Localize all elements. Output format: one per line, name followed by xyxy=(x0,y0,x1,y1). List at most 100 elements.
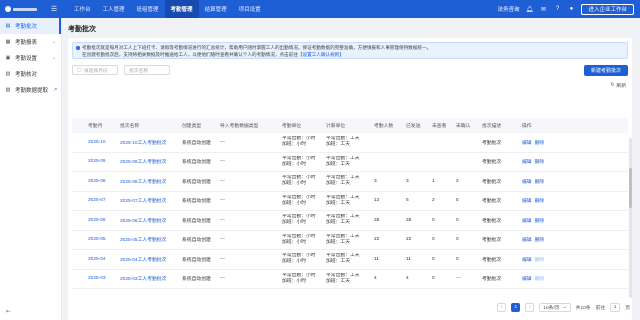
delete-button[interactable]: 删除 xyxy=(535,199,545,204)
cell-sent: 4 xyxy=(406,276,409,282)
cell-month[interactable]: 2025-04 xyxy=(72,257,112,262)
scrollbar-thumb[interactable] xyxy=(629,168,632,208)
edit-button[interactable]: 编辑 xyxy=(522,219,532,224)
new-batch-button[interactable]: 新建考勤批次 xyxy=(584,65,628,76)
nav-tab-workbench[interactable]: 工作台 xyxy=(68,0,97,18)
nav-tab-project-settings[interactable]: 项目设置 xyxy=(233,0,267,18)
logo-wordmark xyxy=(13,7,37,11)
cell-att-unit: 平常出勤：小时 加班：小时 xyxy=(282,253,316,265)
nav-tab-attendance[interactable]: 考勤管理 xyxy=(164,0,199,18)
user-avatar-icon[interactable]: ● xyxy=(567,5,575,13)
cell-desc: 考勤批次 xyxy=(482,257,502,263)
cell-actions: 编辑 删除 xyxy=(518,197,558,204)
cell-unconfirmed: --- xyxy=(456,276,461,282)
cell-month[interactable]: 2025-08 xyxy=(72,179,112,184)
cell-batch-name[interactable]: 2025-06工人考勤批次 xyxy=(112,217,174,224)
collapse-sidebar-icon[interactable]: ⇤ xyxy=(6,308,11,315)
cell-att-unit: 平常出勤：小时 加班：小时 xyxy=(282,214,316,226)
sidebar-item-attendance-report[interactable]: ▦ 考勤报表 ⌄ xyxy=(0,34,61,50)
page-1-button[interactable]: 1 xyxy=(511,303,521,312)
edit-button[interactable]: 编辑 xyxy=(522,160,532,165)
delete-button[interactable]: 删除 xyxy=(535,160,545,165)
edit-button[interactable]: 编辑 xyxy=(522,180,532,185)
edit-button[interactable]: 编辑 xyxy=(522,141,532,146)
col-header-unconfirmed: 未确认 xyxy=(456,124,471,129)
legal-consult-link[interactable]: 法务咨询 xyxy=(497,5,519,13)
cell-actions: 编辑 删除 xyxy=(518,178,558,185)
app-logo[interactable] xyxy=(0,0,44,18)
cell-month[interactable]: 2025-05 xyxy=(72,237,112,242)
month-filter-select[interactable]: ▢ 请选择月份 xyxy=(72,65,118,75)
cell-pay-unit: 平常出勤：工天 加班：工天 xyxy=(326,233,360,245)
sidebar-item-attendance-settings[interactable]: ▣ 考勤设置 ⌄ xyxy=(0,50,61,66)
refresh-button[interactable]: ↻ 刷新 xyxy=(610,82,626,89)
nav-tab-settlement[interactable]: 结算管理 xyxy=(199,0,233,18)
col-header-att-unit: 考勤单位 xyxy=(282,124,302,129)
edit-button[interactable]: 编辑 xyxy=(522,199,532,204)
cell-month[interactable]: 2025-03 xyxy=(72,276,112,281)
delete-button[interactable]: 删除 xyxy=(535,258,545,263)
cell-month[interactable]: 2025-10 xyxy=(72,140,112,145)
cell-month[interactable]: 2025-09 xyxy=(72,159,112,164)
menu-toggle-icon[interactable]: ☰ xyxy=(44,0,64,18)
help-icon[interactable]: ? xyxy=(553,5,561,13)
cell-desc: 考勤批次 xyxy=(482,140,502,146)
cell-desc: 考勤批次 xyxy=(482,160,502,166)
batch-name-input[interactable]: 批次名称 xyxy=(124,65,170,75)
nav-tab-teams[interactable]: 班组管理 xyxy=(131,0,165,18)
cell-batch-name[interactable]: 2025-05工人考勤批次 xyxy=(112,236,174,243)
goto-page-input[interactable]: 1 xyxy=(610,303,621,312)
message-icon[interactable]: ✉ xyxy=(539,5,547,13)
cell-month[interactable]: 2025-06 xyxy=(72,218,112,223)
sidebar-item-attendance-batch[interactable]: ▤ 考勤批次 xyxy=(0,18,61,34)
delete-button[interactable]: 删除 xyxy=(535,238,545,243)
delete-button[interactable]: 删除 xyxy=(535,141,545,146)
next-page-button[interactable]: › xyxy=(525,303,535,312)
cell-batch-name[interactable]: 2025-04工人考勤批次 xyxy=(112,256,174,263)
sidebar-item-data-extract[interactable]: ▧ 考勤数据提取 ↗ xyxy=(0,82,61,98)
cell-import-type: --- xyxy=(220,217,225,223)
delete-button[interactable]: 删除 xyxy=(535,219,545,224)
cell-batch-name[interactable]: 2025-07工人考勤批次 xyxy=(112,197,174,204)
cell-count: 22 xyxy=(374,237,380,243)
enter-enterprise-button[interactable]: 进入企业工作台 xyxy=(581,3,634,15)
cell-import-type: --- xyxy=(220,237,225,243)
worker-confirm-rule-link[interactable]: 【设置工人确认规则】 xyxy=(298,52,344,57)
page-size-select[interactable]: 10条/页 ⌄ xyxy=(539,303,571,312)
sidebar-item-label: 考勤数据提取 xyxy=(15,88,49,94)
edit-button[interactable]: 编辑 xyxy=(522,238,532,243)
external-link-icon: ↗ xyxy=(53,87,58,93)
edit-button[interactable]: 编辑 xyxy=(522,277,532,282)
cell-pay-unit: 平常出勤：工天 加班：工天 xyxy=(326,175,360,187)
cell-count: 3 xyxy=(374,178,377,184)
page-unit-label: 页 xyxy=(625,306,630,311)
sidebar-item-label: 考勤批次 xyxy=(15,24,38,30)
cell-import-type: --- xyxy=(220,276,225,282)
chevron-down-icon: ⌄ xyxy=(562,305,567,310)
table-row: 2025-03 2025-03工人考勤批次 系统自动创建 --- 平常出勤：小时 加班：小… xyxy=(72,270,628,289)
table-scrollbar[interactable] xyxy=(629,138,632,298)
prev-page-button[interactable]: ‹ xyxy=(497,303,507,312)
cell-month[interactable]: 2025-07 xyxy=(72,198,112,203)
cell-batch-name[interactable]: 2025-09工人考勤批次 xyxy=(112,158,174,165)
col-header-pay-unit: 计薪单位 xyxy=(326,124,346,129)
cell-batch-name[interactable]: 2025-03工人考勤批次 xyxy=(112,275,174,282)
col-header-desc: 批次描述 xyxy=(482,124,502,129)
delete-button[interactable]: 删除 xyxy=(535,277,545,282)
nav-tab-workers[interactable]: 工人管理 xyxy=(97,0,131,18)
cell-batch-name[interactable]: 2025-08工人考勤批次 xyxy=(112,178,174,185)
info-notice: i 考勤批次就是每月对工人上下班打卡、请假等考勤情况进行的汇总统计，帮助用户随时… xyxy=(72,42,628,59)
top-nav-tabs: 工作台 工人管理 班组管理 考勤管理 结算管理 项目设置 xyxy=(68,0,267,18)
col-header-actions: 操作 xyxy=(522,124,532,129)
logo-mark-icon xyxy=(5,6,11,12)
delete-button[interactable]: 删除 xyxy=(535,180,545,185)
edit-button[interactable]: 编辑 xyxy=(522,258,532,263)
top-navigation-bar: ☰ 工作台 工人管理 班组管理 考勤管理 结算管理 项目设置 法务咨询 🔔︎ ✉… xyxy=(0,0,640,18)
bell-icon[interactable]: 🔔︎ xyxy=(525,5,534,13)
table-row: 2025-04 2025-04工人考勤批次 系统自动创建 --- 平常出勤：小时 加班：小… xyxy=(72,250,628,270)
calendar-icon: ▢ xyxy=(77,67,82,73)
sidebar-item-attendance-check[interactable]: ▥ 考勤核对 xyxy=(0,66,61,82)
table-row: 2025-06 2025-06工人考勤批次 系统自动创建 --- 平常出勤：小时 加班：小… xyxy=(72,211,628,231)
col-header-create-type: 创建类型 xyxy=(182,124,202,129)
cell-batch-name[interactable]: 2025-10工人考勤批次 xyxy=(112,139,174,146)
